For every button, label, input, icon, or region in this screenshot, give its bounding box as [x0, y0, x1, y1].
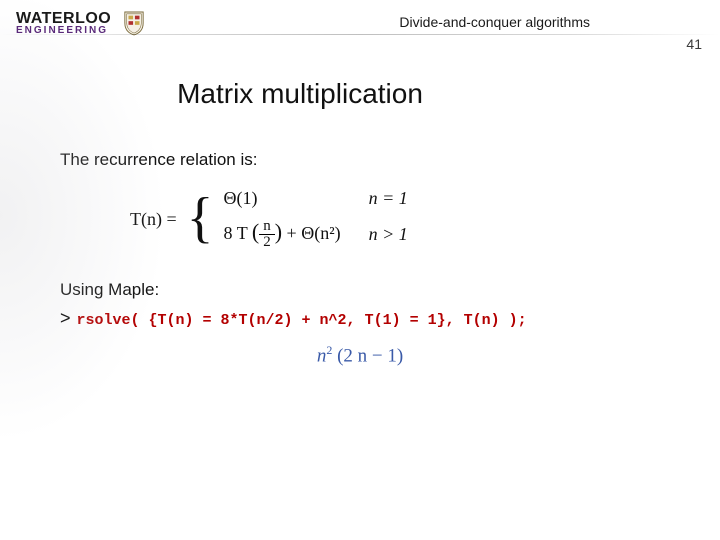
case2-fraction: n 2 — [259, 219, 275, 250]
maple-input-code: rsolve( {T(n) = 8*T(n/2) + n^2, T(1) = 1… — [77, 312, 527, 329]
slide-title: Matrix multiplication — [0, 78, 720, 110]
maple-out-rest: (2 n − 1) — [332, 346, 403, 367]
recurrence-cases: Θ(1) n = 1 8 T ( n 2 ) + Θ(n²) n > 1 — [224, 188, 408, 250]
recurrence-equation: T(n) = { Θ(1) n = 1 8 T ( n 2 ) + Θ(n²) … — [130, 188, 660, 250]
maple-prompt: > — [60, 308, 71, 328]
case2-cond: n > 1 — [369, 224, 408, 245]
case2-suffix: + Θ(n²) — [287, 223, 341, 243]
brace-icon: { — [187, 202, 214, 236]
case2-prefix: 8 T — [224, 223, 248, 243]
topic-title: Divide-and-conquer algorithms — [399, 14, 590, 30]
case1-expr: Θ(1) — [224, 188, 341, 209]
logo-wordmark: WATERLOO ENGINEERING — [16, 11, 111, 36]
logo-line-1: WATERLOO — [16, 11, 111, 26]
maple-out-base: n — [317, 346, 327, 367]
maple-input-line: > rsolve( {T(n) = 8*T(n/2) + n^2, T(1) = … — [60, 308, 660, 329]
page-number: 41 — [686, 36, 702, 52]
recurrence-lhs: T(n) = — [130, 209, 177, 230]
frac-den: 2 — [259, 235, 275, 250]
case2-expr: 8 T ( n 2 ) + Θ(n²) — [224, 219, 341, 250]
slide-body: The recurrence relation is: T(n) = { Θ(1… — [0, 110, 720, 368]
crest-icon — [123, 10, 145, 36]
maple-output: n2 (2 n − 1) — [60, 343, 660, 367]
using-maple-text: Using Maple: — [60, 280, 660, 300]
slide-header: WATERLOO ENGINEERING Divide-and-conquer … — [0, 0, 720, 40]
case1-cond: n = 1 — [369, 188, 408, 209]
intro-text: The recurrence relation is: — [60, 150, 660, 170]
header-rule — [0, 34, 720, 35]
frac-num: n — [259, 219, 275, 235]
